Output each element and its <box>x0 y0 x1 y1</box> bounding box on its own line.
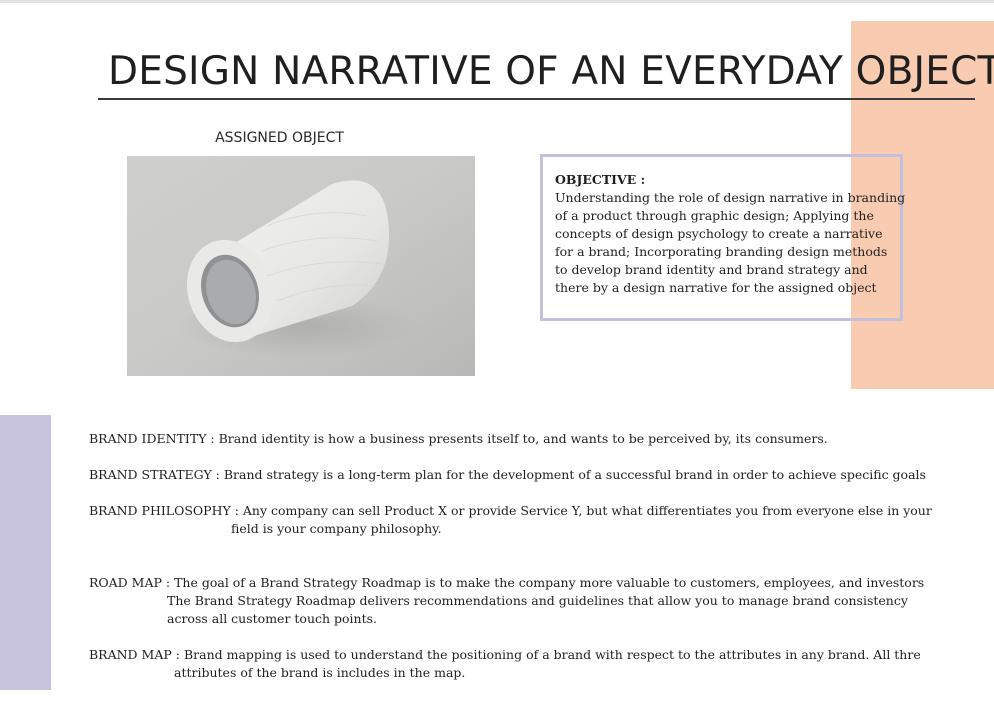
brand-identity-entry: BRAND IDENTITY : Brand identity is how a… <box>89 431 828 446</box>
assigned-object-photo <box>127 156 475 376</box>
objective-line: there by a design narrative for the assi… <box>555 280 877 295</box>
road-map-line: across all customer touch points. <box>167 611 378 626</box>
brand-strategy-entry: BRAND STRATEGY : Brand strategy is a lon… <box>89 467 926 482</box>
objective-line: for a brand; Incorporating branding desi… <box>555 244 888 259</box>
page-title: DESIGN NARRATIVE OF AN EVERYDAY OBJECT <box>98 46 994 100</box>
brand-map-line: BRAND MAP : Brand mapping is used to und… <box>89 647 921 662</box>
objective-line: to develop brand identity and brand stra… <box>555 262 868 277</box>
objective-line: of a product through graphic design; App… <box>555 208 874 223</box>
assigned-object-label: ASSIGNED OBJECT <box>215 130 344 146</box>
objective-line: Understanding the role of design narrati… <box>555 190 906 205</box>
top-rule <box>0 0 994 3</box>
brand-philosophy-line: BRAND PHILOSOPHY : Any company can sell … <box>89 503 932 518</box>
road-map-line: ROAD MAP : The goal of a Brand Strategy … <box>89 575 925 590</box>
road-map-line: The Brand Strategy Roadmap delivers reco… <box>167 593 908 608</box>
objective-text: OBJECTIVE : Understanding the role of de… <box>555 171 906 297</box>
brand-philosophy-entry: BRAND PHILOSOPHY : Any company can sell … <box>89 502 932 536</box>
objective-line: concepts of design psychology to create … <box>555 226 883 241</box>
brand-map-entry: BRAND MAP : Brand mapping is used to und… <box>89 646 921 680</box>
brand-philosophy-line: field is your company philosophy. <box>231 521 442 536</box>
objective-heading: OBJECTIVE : <box>555 172 646 187</box>
road-map-entry: ROAD MAP : The goal of a Brand Strategy … <box>89 574 925 626</box>
brand-map-line: attributes of the brand is includes in t… <box>174 665 466 680</box>
lavender-accent-block <box>0 415 51 690</box>
